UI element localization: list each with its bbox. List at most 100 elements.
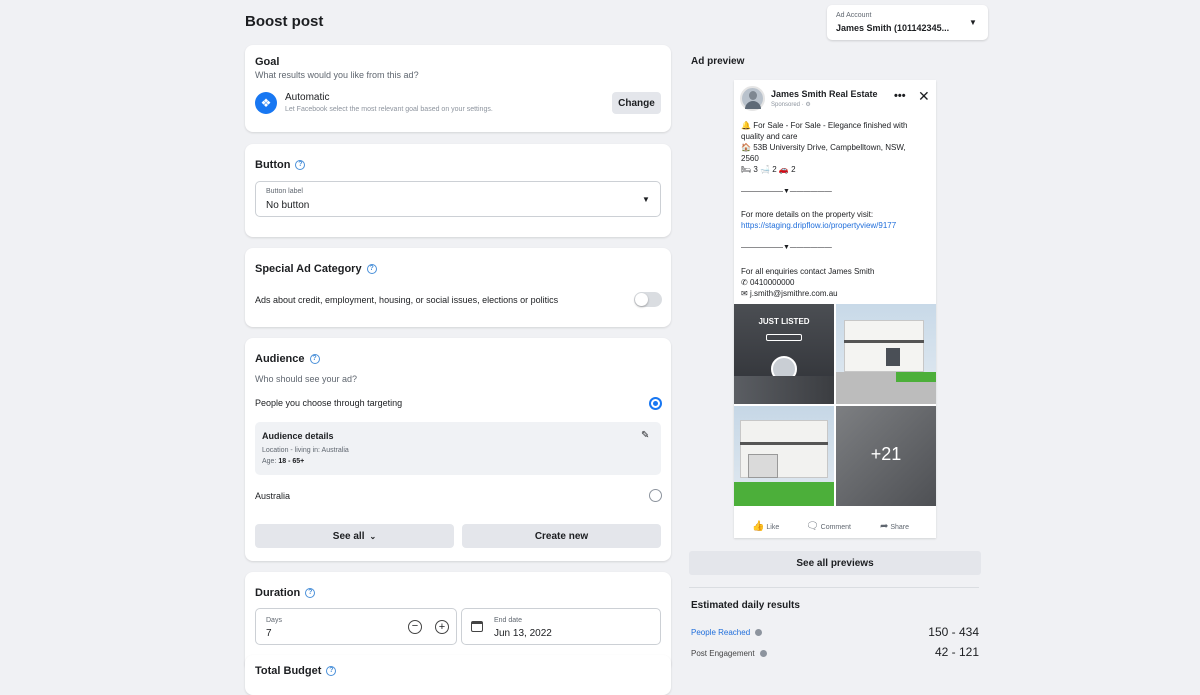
plus-icon[interactable]: + [435, 620, 449, 634]
audience-details-title: Audience details [262, 431, 334, 441]
people-reached-text: People Reached [691, 628, 751, 637]
special-toggle[interactable] [634, 292, 662, 307]
audience-age-label: Age: [262, 458, 277, 465]
button-field-value: No button [266, 200, 310, 211]
post-line1: 🔔 For Sale - For Sale - Elegance finishe… [741, 120, 908, 131]
goal-option: Automatic [285, 92, 330, 103]
share-button[interactable]: ➦ Share [880, 521, 909, 532]
comment-button[interactable]: 🗨 Comment [806, 521, 851, 532]
bell-icon: 🔔 [741, 121, 751, 130]
help-icon[interactable]: ? [309, 354, 320, 365]
page-title: Boost post [245, 13, 324, 30]
end-date-field[interactable]: End date Jun 13, 2022 [461, 608, 661, 645]
image-interior [734, 376, 834, 404]
people-reached-label: People Reached [691, 628, 763, 637]
minus-icon[interactable]: − [408, 620, 422, 634]
total-budget-card: Total Budget? [245, 655, 671, 695]
share-label: Share [890, 524, 910, 531]
help-icon[interactable]: ? [295, 160, 306, 171]
ad-preview-post: James Smith Real Estate Sponsored · ⚙ ••… [734, 80, 936, 538]
info-icon[interactable] [755, 629, 763, 637]
pencil-icon[interactable]: ✎ [641, 430, 649, 441]
targeting-radio[interactable] [649, 397, 662, 410]
results-divider [689, 587, 979, 588]
toggle-knob [635, 293, 648, 306]
caret-down-icon: ▼ [642, 195, 650, 204]
help-icon[interactable]: ? [326, 666, 337, 677]
comment-icon: 🗨 [806, 521, 819, 532]
button-card: Button? Button label No button ▼ [245, 144, 671, 237]
help-icon[interactable]: ? [366, 264, 377, 275]
post-address: 🏠 53B University Drive, Campbelltown, NS… [741, 142, 906, 153]
special-category-card: Special Ad Category? Ads about credit, e… [245, 248, 671, 327]
post-address-text: 53B University Drive, Campbelltown, NSW, [753, 143, 906, 152]
just-listed-image[interactable]: JUST LISTED [734, 304, 834, 404]
duration-label: Duration [255, 587, 301, 599]
see-all-audiences-button[interactable]: See all ⌄ [255, 524, 454, 548]
close-icon[interactable]: ✕ [918, 89, 930, 103]
post-enquiries: For all enquiries contact James Smith [741, 267, 875, 276]
duration-title: Duration? [255, 587, 316, 599]
days-value[interactable]: 7 [266, 628, 272, 639]
results-title: Estimated daily results [691, 600, 800, 611]
ad-account-label: Ad Account [836, 12, 872, 19]
post-link[interactable]: https://staging.dripflow.io/propertyview… [741, 220, 896, 231]
like-label: Like [766, 524, 780, 531]
audience-age: Age: 18 - 65+ [262, 458, 304, 465]
house-icon: 🏠 [741, 143, 751, 152]
just-listed-text: JUST LISTED [758, 317, 810, 326]
special-label: Special Ad Category [255, 263, 362, 275]
like-button[interactable]: 👍 Like [752, 521, 779, 532]
more-photos-tile[interactable]: +21 [836, 406, 936, 506]
post-sponsored: Sponsored · ⚙ [771, 102, 811, 108]
automatic-goal-icon: ❖ [255, 92, 277, 114]
button-section-label: Button [255, 159, 291, 171]
house-image-1[interactable] [836, 304, 936, 404]
days-label: Days [266, 617, 282, 624]
more-options-icon[interactable]: ••• [894, 90, 906, 102]
ad-preview-title: Ad preview [691, 56, 745, 67]
audience-location: Location - living in: Australia [262, 447, 349, 454]
post-engagement-text: Post Engagement [691, 649, 755, 658]
info-icon[interactable] [759, 650, 767, 658]
audience-details-panel: Audience details Location - living in: A… [255, 422, 661, 475]
create-new-audience-button[interactable]: Create new [462, 524, 661, 548]
days-stepper[interactable]: Days 7 − + [255, 608, 457, 645]
audience-subtitle: Who should see your ad? [255, 374, 358, 384]
special-desc: Ads about credit, employment, housing, o… [255, 295, 559, 305]
post-divider-1: ——————▼—————— [741, 188, 832, 195]
avatar-shoulders [745, 101, 761, 109]
post-engagement-label: Post Engagement [691, 649, 767, 658]
people-reached-value: 150 - 434 [928, 625, 979, 639]
button-label-select[interactable]: Button label No button ▼ [255, 181, 661, 217]
see-all-label: See all [332, 530, 365, 542]
goal-option-desc: Let Facebook select the most relevant go… [285, 106, 493, 113]
end-date-label: End date [494, 617, 523, 624]
ad-account-value: James Smith (101142345... [836, 23, 950, 33]
calendar-icon [471, 621, 483, 632]
post-postcode: 2560 [741, 154, 759, 163]
ad-account-select[interactable]: Ad Account James Smith (101142345... ▼ [827, 5, 988, 40]
post-more-details: For more details on the property visit: [741, 210, 874, 219]
caret-down-icon: ▼ [969, 18, 977, 27]
end-date-value: Jun 13, 2022 [494, 628, 552, 639]
total-budget-title: Total Budget? [255, 665, 337, 677]
australia-option[interactable]: Australia [255, 491, 290, 501]
targeting-option[interactable]: People you choose through targeting [255, 398, 402, 408]
lawn [734, 482, 834, 506]
radio-dot [653, 401, 658, 406]
house-windows [886, 348, 900, 366]
envelope-icon: ✉ [741, 289, 748, 298]
help-icon[interactable]: ? [305, 588, 316, 599]
change-goal-button[interactable]: Change [612, 92, 661, 114]
post-email-text: j.smith@jsmithre.com.au [749, 289, 838, 298]
see-all-previews-button[interactable]: See all previews [689, 551, 981, 575]
post-phone: ✆ 0410000000 [741, 277, 794, 288]
lawn [896, 372, 936, 382]
australia-radio[interactable] [649, 489, 662, 502]
goal-card: Goal What results would you like from th… [245, 45, 671, 132]
house-balcony [740, 442, 828, 445]
house-balcony [844, 340, 924, 343]
button-section-title: Button? [255, 159, 306, 171]
house-image-2[interactable] [734, 406, 834, 506]
